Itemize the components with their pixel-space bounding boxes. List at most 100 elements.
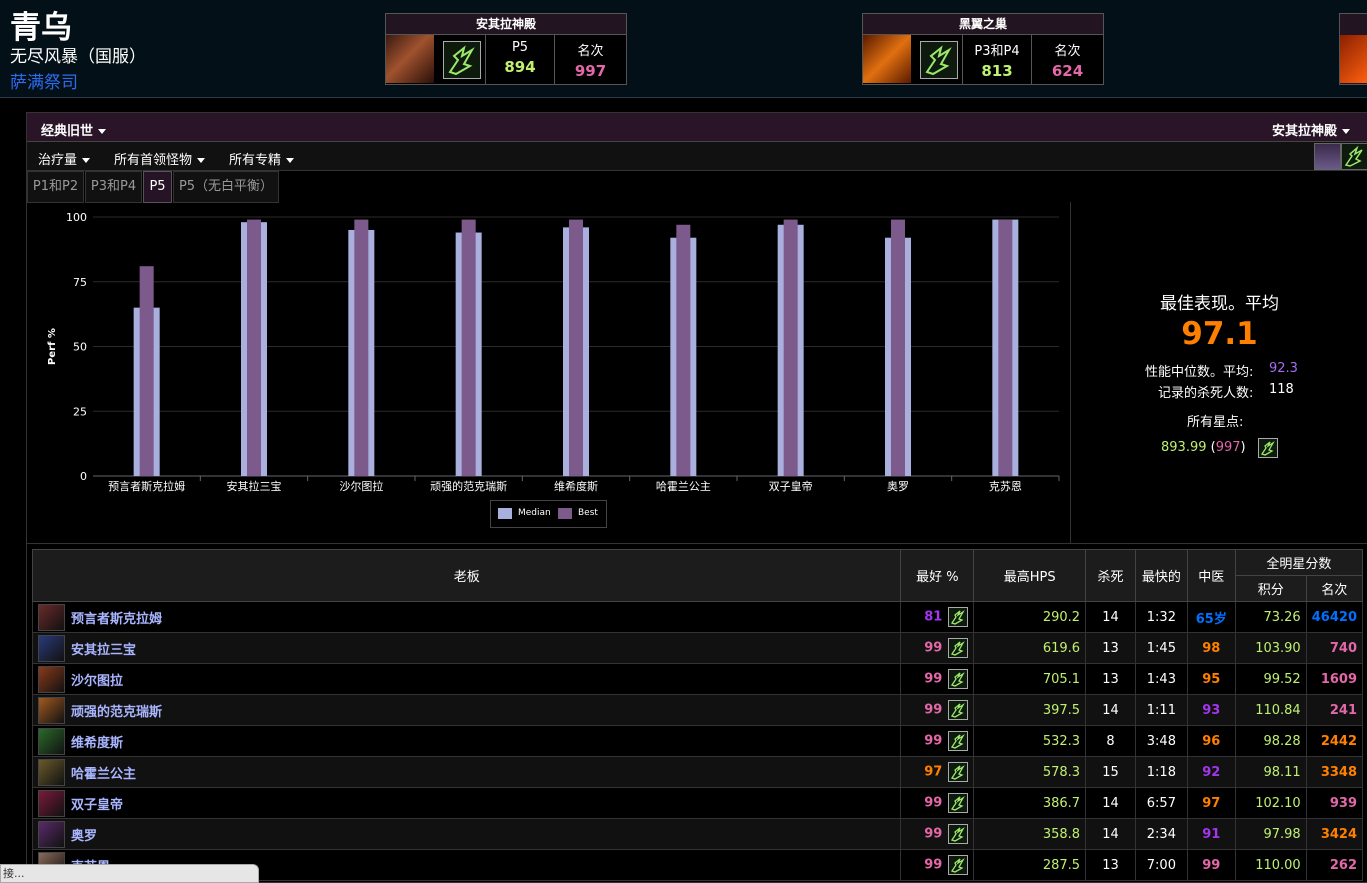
boss-filter-dropdown[interactable]: 所有首领怪物	[114, 149, 206, 168]
spec-icon[interactable]	[948, 700, 969, 720]
table-row[interactable]: 维希度斯 99 532.3 8 3:48 96 98.28 2442	[31, 725, 1364, 757]
boss-name[interactable]: 双子皇帝	[71, 798, 123, 813]
bar-best[interactable]	[783, 219, 798, 476]
best-percent: 99	[924, 733, 943, 749]
tab-p5[interactable]: P5	[143, 171, 172, 203]
boss-name[interactable]: 安其拉三宝	[71, 643, 136, 658]
rank-cell: 939	[1305, 787, 1364, 819]
fastest-value[interactable]: 1:18	[1134, 756, 1188, 788]
class-filter-icon[interactable]	[1314, 143, 1341, 170]
fastest-value[interactable]: 1:45	[1134, 632, 1188, 664]
fastest-value[interactable]: 2:34	[1134, 818, 1188, 850]
boss-cell[interactable]: 顽强的范克瑞斯	[31, 694, 902, 726]
fastest-value[interactable]: 1:11	[1134, 694, 1188, 726]
header-median[interactable]: 中医	[1186, 549, 1236, 602]
boss-name[interactable]: 沙尔图拉	[71, 674, 123, 689]
spec-icon[interactable]	[948, 762, 969, 782]
boss-name[interactable]: 预言者斯克拉姆	[71, 612, 162, 627]
table-row[interactable]: 双子皇帝 99 386.7 14 6:57 97 102.10 939	[31, 787, 1364, 819]
boss-cell[interactable]: 安其拉三宝	[31, 632, 902, 664]
tab-p3-p4[interactable]: P3和P4	[85, 171, 142, 203]
points-value: 103.90	[1234, 632, 1307, 664]
best-cell: 99	[900, 849, 975, 881]
spec-icon[interactable]	[948, 607, 969, 627]
boss-cell[interactable]: 预言者斯克拉姆	[31, 601, 902, 633]
fastest-value[interactable]: 7:00	[1134, 849, 1188, 881]
boss-cell[interactable]: 哈霍兰公主	[31, 756, 902, 788]
spec-icon[interactable]	[948, 855, 969, 875]
median-value: 99	[1186, 849, 1236, 881]
boss-cell[interactable]: 沙尔图拉	[31, 663, 902, 695]
table-row[interactable]: 顽强的范克瑞斯 99 397.5 14 1:11 93 110.84 241	[31, 694, 1364, 726]
kills-label: 记录的杀死人数:	[1158, 386, 1254, 401]
bar-best[interactable]	[461, 219, 476, 476]
boss-name[interactable]: 哈霍兰公主	[71, 767, 136, 782]
boss-cell[interactable]: 双子皇帝	[31, 787, 902, 819]
metric-dropdown[interactable]: 治疗量	[38, 149, 91, 168]
table-row[interactable]: 奥罗 99 358.8 14 2:34 91 97.98 3424	[31, 818, 1364, 850]
best-cell: 99	[900, 818, 975, 850]
tab-p1-p2[interactable]: P1和P2	[27, 171, 84, 203]
rank-cell: 3424	[1305, 818, 1364, 850]
kills-value: 13	[1085, 663, 1136, 695]
table-row[interactable]: 哈霍兰公主 97 578.3 15 1:18 92 98.11 3348	[31, 756, 1364, 788]
table-row[interactable]: 预言者斯克拉姆 81 290.2 14 1:32 65岁 73.26 46420	[31, 601, 1364, 633]
boss-name[interactable]: 奥罗	[71, 829, 97, 844]
chart-legend: Median Best	[490, 500, 607, 528]
tab-p5-no-balance[interactable]: P5（无白平衡）	[173, 171, 279, 203]
bar-best[interactable]	[998, 219, 1013, 476]
bar-best[interactable]	[891, 219, 905, 476]
fastest-value[interactable]: 1:43	[1134, 663, 1188, 695]
y-tick-label: 0	[80, 470, 87, 483]
spec-icon[interactable]	[948, 731, 969, 751]
expansion-dropdown[interactable]: 经典旧世	[41, 120, 107, 139]
zone-card-bwl[interactable]: 黑翼之巢 P3和P4 813 名次 624	[862, 13, 1104, 85]
spec-filter-icon[interactable]	[1341, 143, 1367, 170]
bar-best[interactable]	[676, 224, 691, 476]
best-cell: 99	[900, 632, 975, 664]
bar-best[interactable]	[354, 219, 369, 476]
expansion-bar: 经典旧世 安其拉神殿	[27, 113, 1367, 142]
header-boss[interactable]: 老板	[31, 549, 902, 602]
median-number: 91	[1202, 826, 1221, 842]
kills-value: 15	[1085, 756, 1136, 788]
boss-cell[interactable]: 维希度斯	[31, 725, 902, 757]
bar-best[interactable]	[569, 219, 583, 476]
character-server[interactable]: 无尽风暴（国服）	[10, 42, 146, 67]
boss-icon	[38, 634, 65, 662]
bar-best[interactable]	[139, 266, 154, 476]
zone-rank: 名次 997	[554, 35, 626, 84]
zone-card-aq40[interactable]: 安其拉神殿 P5 894 名次 997	[385, 13, 627, 85]
chevron-down-icon	[286, 158, 295, 163]
spec-icon[interactable]	[948, 793, 969, 813]
rank-cell: 2442	[1305, 725, 1364, 757]
header-kills[interactable]: 杀死	[1085, 549, 1136, 602]
legend-label-median[interactable]: Median	[518, 508, 551, 518]
spec-icon[interactable]	[948, 669, 969, 689]
fastest-value[interactable]: 6:57	[1134, 787, 1188, 819]
rank-value: 3348	[1320, 764, 1357, 780]
spec-icon[interactable]	[948, 824, 969, 844]
boss-cell[interactable]: 奥罗	[31, 818, 902, 850]
boss-name[interactable]: 维希度斯	[71, 736, 123, 751]
boss-name[interactable]: 顽强的范克瑞斯	[71, 705, 162, 720]
header-fastest[interactable]: 最快的	[1134, 549, 1188, 602]
zone-label: 安其拉神殿	[1271, 124, 1337, 139]
header-hps[interactable]: 最高HPS	[973, 549, 1087, 602]
y-tick-label: 50	[73, 341, 87, 354]
x-tick-label: 顽强的范克瑞斯	[430, 479, 507, 493]
spec-icon[interactable]	[948, 638, 969, 658]
table-row[interactable]: 安其拉三宝 99 619.6 13 1:45 98 103.90 740	[31, 632, 1364, 664]
header-best[interactable]: 最好 %	[900, 549, 975, 602]
bar-best[interactable]	[247, 219, 261, 476]
median-number: 95	[1202, 671, 1221, 687]
table-row[interactable]: 沙尔图拉 99 705.1 13 1:43 95 99.52 1609	[31, 663, 1364, 695]
legend-label-best[interactable]: Best	[578, 508, 598, 518]
fastest-value[interactable]: 1:32	[1134, 601, 1188, 633]
header-points[interactable]: 积分	[1234, 575, 1307, 602]
header-rank[interactable]: 名次	[1305, 575, 1364, 602]
zone-dropdown[interactable]: 安其拉神殿	[1272, 120, 1350, 139]
spec-filter-dropdown[interactable]: 所有专精	[229, 149, 295, 168]
fastest-value[interactable]: 3:48	[1134, 725, 1188, 757]
zone-card-partial[interactable]	[1339, 13, 1367, 85]
